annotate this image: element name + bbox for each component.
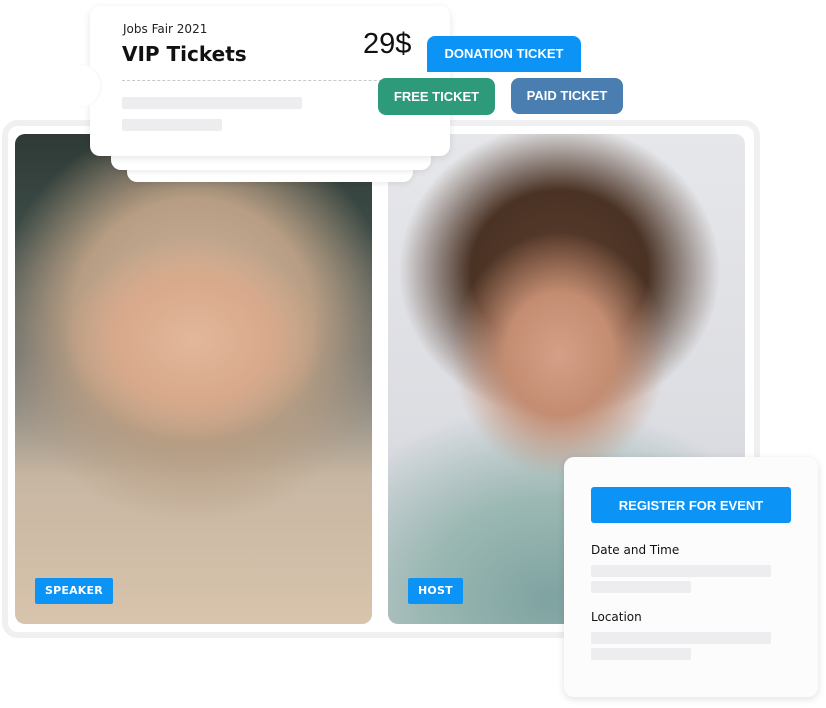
ticket-divider — [122, 80, 422, 81]
ticket-title: VIP Tickets — [122, 42, 247, 66]
speaker-photo: SPEAKER — [15, 134, 372, 624]
location-label: Location — [591, 610, 642, 624]
speaker-badge: SPEAKER — [35, 578, 113, 604]
donation-ticket-button[interactable]: DONATION TICKET — [427, 36, 581, 72]
location-placeholder-line — [591, 648, 691, 660]
date-time-label: Date and Time — [591, 543, 680, 557]
ticket-price: 29$ — [363, 28, 412, 60]
ticket-notch — [80, 64, 102, 108]
register-for-event-button[interactable]: REGISTER FOR EVENT — [591, 487, 791, 523]
location-placeholder-line — [591, 632, 771, 644]
free-ticket-button[interactable]: FREE TICKET — [378, 78, 495, 115]
paid-ticket-button[interactable]: PAID TICKET — [511, 78, 623, 114]
ticket-placeholder-line — [122, 97, 302, 109]
date-placeholder-line — [591, 581, 691, 593]
register-card: REGISTER FOR EVENT Date and Time Locatio… — [564, 457, 818, 697]
host-badge: HOST — [408, 578, 463, 604]
ticket-event-name: Jobs Fair 2021 — [123, 22, 208, 36]
ticket-placeholder-line — [122, 119, 222, 131]
date-placeholder-line — [591, 565, 771, 577]
